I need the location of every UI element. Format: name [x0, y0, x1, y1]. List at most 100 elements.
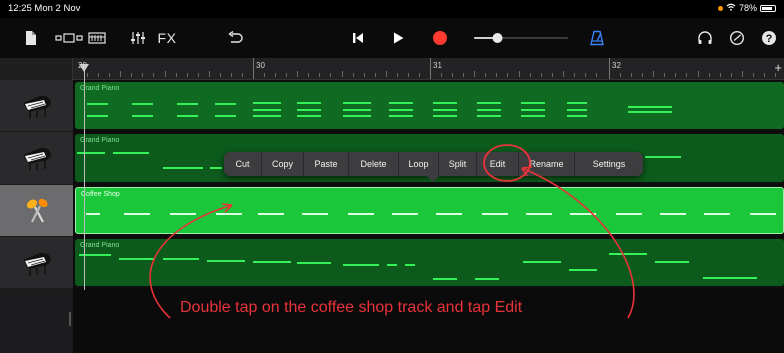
ruler-tick — [763, 73, 765, 77]
ruler-tick — [631, 73, 633, 77]
note — [436, 213, 462, 215]
ruler-tick — [551, 73, 553, 77]
headphone-icon[interactable] — [694, 27, 716, 49]
note — [86, 213, 100, 215]
note — [253, 115, 281, 117]
note — [87, 115, 108, 117]
status-time: 12:25 Mon 2 Nov — [8, 3, 81, 14]
note — [523, 261, 561, 263]
ruler-tick — [308, 73, 310, 77]
ruler-tick — [363, 73, 365, 77]
note — [210, 167, 222, 169]
note — [433, 109, 457, 111]
instruction-text: Double tap on the coffee shop track and … — [180, 299, 523, 316]
ruler-tick — [385, 71, 387, 77]
note — [207, 260, 245, 262]
note — [215, 103, 236, 105]
ruler-tick — [319, 73, 321, 77]
add-section-button[interactable]: + — [774, 60, 782, 75]
ruler-tick — [752, 73, 754, 77]
region-name: Coffee Shop — [81, 191, 120, 198]
note — [253, 261, 291, 263]
ruler-tick — [341, 71, 343, 77]
track-lane[interactable]: Coffee Shop — [73, 185, 784, 237]
menu-item-edit[interactable]: Edit — [477, 152, 519, 176]
undo-icon[interactable] — [224, 27, 246, 49]
menu-item-delete[interactable]: Delete — [349, 152, 399, 176]
note — [628, 111, 672, 113]
bar-line — [609, 58, 610, 79]
note — [302, 213, 328, 215]
menu-item-rename[interactable]: Rename — [519, 152, 575, 176]
grand-piano-icon — [22, 95, 51, 119]
menu-item-settings[interactable]: Settings — [575, 152, 643, 176]
grand-piano-icon — [22, 252, 51, 276]
note — [297, 109, 321, 111]
note — [392, 213, 418, 215]
track-header-grand-piano[interactable] — [0, 132, 73, 185]
status-bar: 12:25 Mon 2 Nov 78% — [0, 0, 784, 18]
menu-item-split[interactable]: Split — [439, 152, 477, 176]
menu-item-loop[interactable]: Loop — [399, 152, 439, 176]
ruler-tick — [686, 73, 688, 77]
play-icon[interactable] — [386, 27, 410, 49]
note — [616, 213, 642, 215]
note — [704, 213, 730, 215]
track-lane[interactable]: Grand Piano — [73, 80, 784, 132]
document-icon[interactable] — [20, 27, 42, 49]
metronome-icon[interactable] — [586, 27, 608, 49]
track-region[interactable]: Grand Piano — [75, 239, 784, 286]
menu-item-copy[interactable]: Copy — [262, 152, 304, 176]
coffee-shop-region[interactable]: Coffee Shop — [75, 187, 784, 234]
note — [253, 102, 281, 104]
track-header-coffee-shop[interactable] — [0, 185, 73, 237]
ruler-tick — [264, 73, 266, 77]
status-indicators: 78% — [717, 3, 776, 13]
grand-piano-icon — [22, 147, 51, 171]
ruler-header — [0, 58, 73, 80]
ruler-tick — [208, 71, 210, 77]
maracas-icon — [26, 198, 48, 223]
track-lane[interactable]: Grand Piano — [73, 237, 784, 289]
track-header-grand-piano[interactable] — [0, 80, 73, 132]
track-header-grand-piano[interactable] — [0, 237, 73, 289]
ruler-tick — [275, 73, 277, 77]
ruler-tick — [529, 73, 531, 77]
bar-number: 31 — [433, 61, 442, 70]
svg-text:?: ? — [766, 33, 773, 45]
loop-browser-icon[interactable] — [86, 27, 108, 49]
master-volume-slider[interactable] — [472, 27, 570, 49]
note — [77, 152, 105, 154]
note — [570, 213, 596, 215]
resize-handle[interactable] — [69, 312, 71, 326]
ruler-tick — [109, 73, 111, 77]
timeline-ruler[interactable]: 29 30 31 32 + — [0, 58, 784, 80]
note — [343, 115, 371, 117]
ruler-tick — [584, 73, 586, 77]
menu-item-paste[interactable]: Paste — [304, 152, 349, 176]
playhead-line[interactable] — [84, 66, 85, 290]
note — [253, 109, 281, 111]
note — [113, 152, 149, 154]
record-icon[interactable] — [428, 27, 452, 49]
orange-indicator-icon — [717, 5, 723, 11]
wifi-icon — [726, 3, 736, 13]
ruler-tick — [620, 73, 622, 77]
note — [567, 102, 587, 104]
help-icon[interactable]: ? — [758, 27, 780, 49]
ruler-tick — [485, 73, 487, 77]
menu-item-cut[interactable]: Cut — [224, 152, 262, 176]
tempo-icon[interactable] — [726, 27, 748, 49]
ruler-tick — [441, 73, 443, 77]
fx-button[interactable]: FX — [154, 27, 180, 49]
mixer-icon[interactable] — [128, 27, 148, 49]
ruler-tick — [297, 71, 299, 77]
note — [258, 213, 284, 215]
rewind-icon[interactable] — [346, 27, 370, 49]
track-view-icon[interactable] — [54, 27, 84, 49]
context-menu: Cut Copy Paste Delete Loop Split Edit Re… — [224, 152, 643, 176]
note — [132, 103, 153, 105]
track-region[interactable]: Grand Piano — [75, 82, 784, 129]
ruler-tick — [153, 73, 155, 77]
playhead-handle[interactable] — [79, 64, 89, 72]
